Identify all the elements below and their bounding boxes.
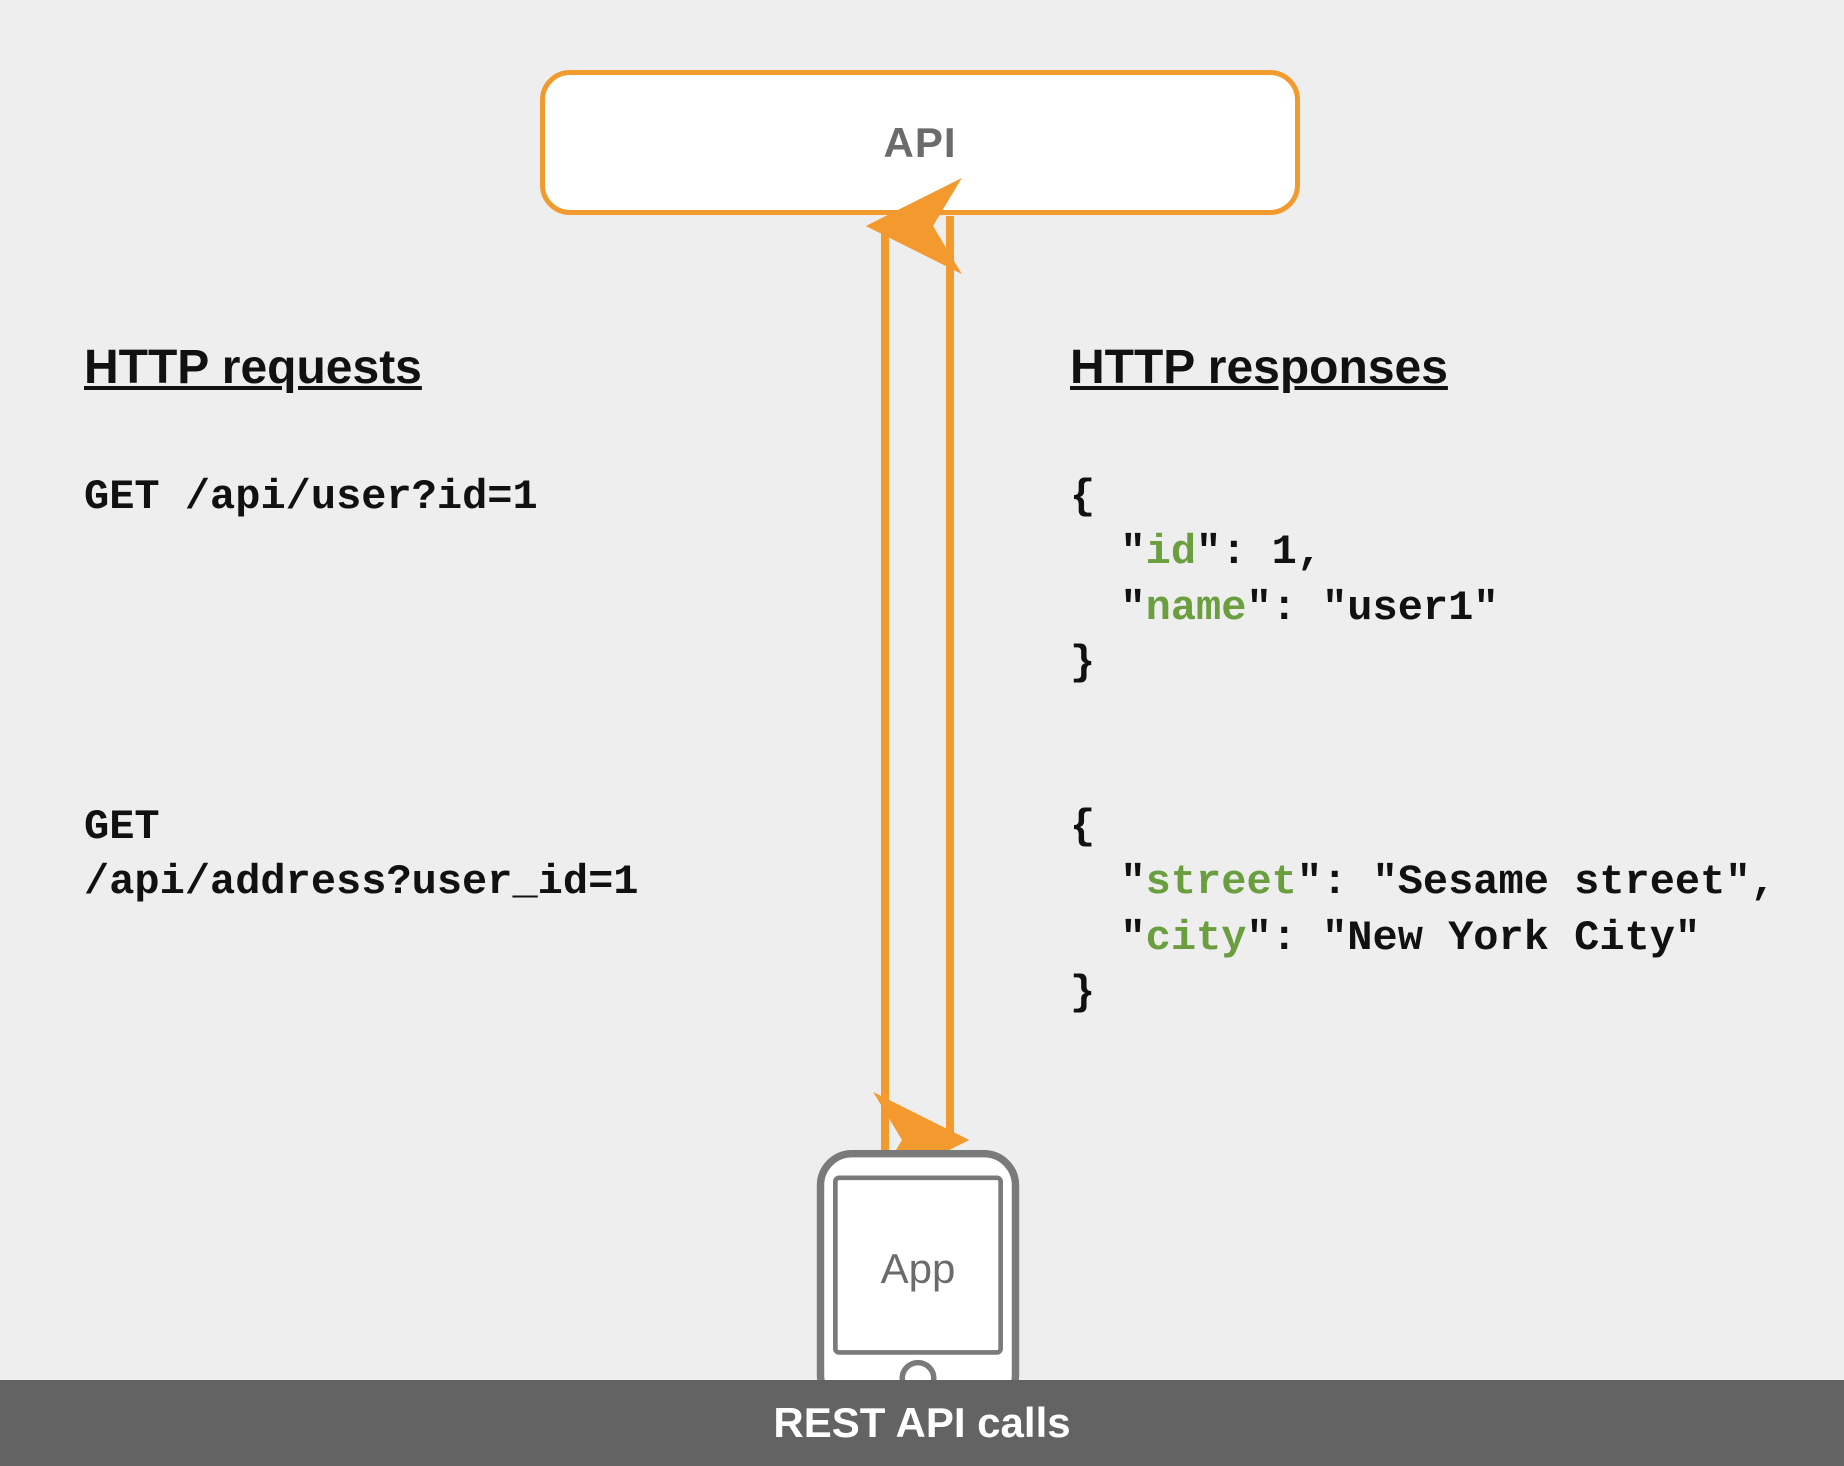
app-client-node: App — [809, 1150, 1027, 1400]
json-key: city — [1146, 914, 1247, 962]
api-server-label: API — [883, 119, 956, 167]
request-1: GET /api/user?id=1 — [84, 470, 538, 525]
diagram-caption-text: REST API calls — [773, 1399, 1070, 1447]
json-value: user1 — [1347, 584, 1473, 632]
json-value: 1 — [1272, 528, 1297, 576]
request-method: GET — [84, 803, 160, 851]
request-method: GET — [84, 473, 160, 521]
app-client-label: App — [809, 1245, 1027, 1293]
json-key: id — [1146, 528, 1196, 576]
request-2: GET /api/address?user_id=1 — [84, 800, 639, 911]
api-server-node: API — [540, 70, 1300, 215]
json-value: Sesame street — [1398, 858, 1726, 906]
response-1: { "id": 1, "name": "user1" } — [1070, 470, 1499, 692]
responses-heading: HTTP responses — [1070, 340, 1448, 395]
diagram-caption: REST API calls — [0, 1380, 1844, 1466]
json-key: street — [1146, 858, 1297, 906]
request-path: /api/address?user_id=1 — [84, 858, 639, 906]
diagram-canvas: API App HTTP requests HTTP responses GET… — [0, 0, 1844, 1466]
json-value: New York City — [1347, 914, 1675, 962]
requests-heading: HTTP requests — [84, 340, 422, 395]
response-2: { "street": "Sesame street", "city": "Ne… — [1070, 800, 1776, 1022]
request-path: /api/user?id=1 — [185, 473, 538, 521]
json-key: name — [1146, 584, 1247, 632]
